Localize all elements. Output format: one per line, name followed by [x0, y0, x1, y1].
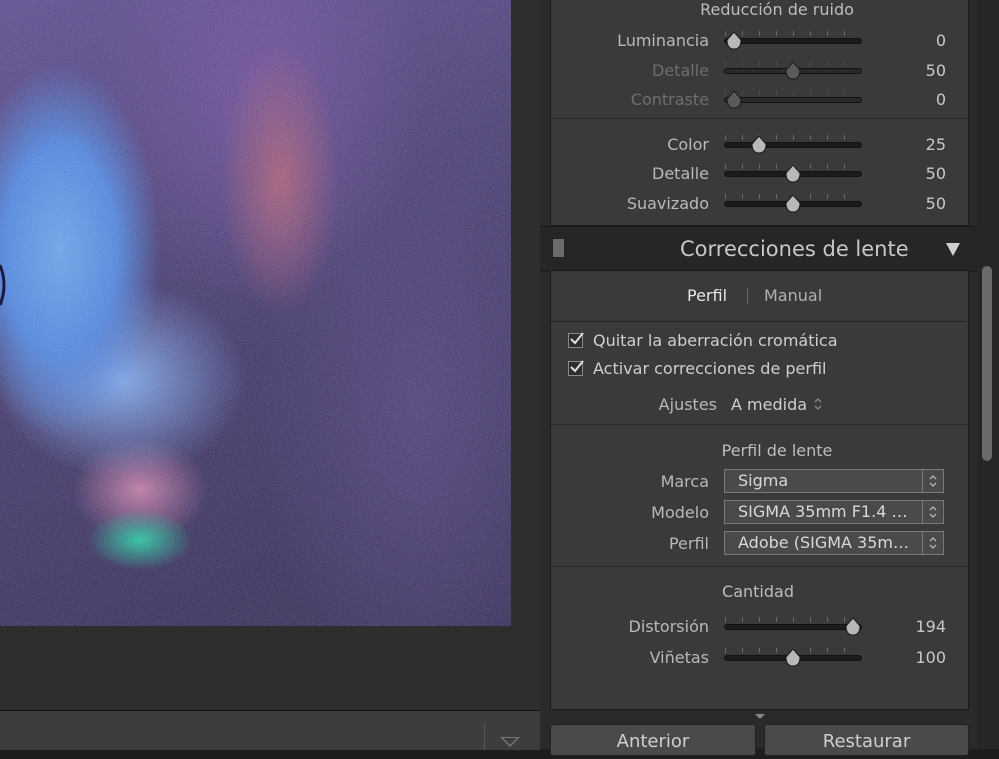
distortion-slider-thumb[interactable] [845, 617, 861, 637]
luminance-detail-slider [724, 61, 862, 80]
color-noise-slider-thumb[interactable] [751, 135, 767, 155]
enable-profile-corrections-checkbox[interactable] [568, 360, 584, 376]
select-arrows-icon[interactable] [922, 501, 943, 523]
slider-ticks [725, 31, 861, 36]
lens-profile-title: Perfil de lente [721, 441, 833, 460]
checkmark-icon [570, 360, 584, 373]
lens-divider [551, 566, 968, 567]
luminance-contrast-value: 0 [935, 90, 946, 109]
profile-select[interactable]: Adobe (SIGMA 35mm... [724, 531, 944, 555]
remove-chromatic-aberration-label[interactable]: Quitar la aberración cromática [593, 331, 838, 350]
vignetting-value[interactable]: 100 [880, 648, 946, 667]
color-noise-value[interactable]: 25 [880, 135, 946, 154]
select-arrows-icon[interactable] [922, 532, 943, 554]
color-detail-value[interactable]: 50 [880, 164, 946, 183]
slider-ticks [725, 90, 861, 95]
toolbar-separator [484, 723, 485, 750]
slider-ticks [725, 617, 861, 622]
setup-dropdown-arrows-icon[interactable] [813, 396, 823, 412]
color-detail-slider-thumb[interactable] [785, 164, 801, 184]
collapse-triangle-icon[interactable] [946, 243, 960, 256]
amount-title: Cantidad [722, 582, 794, 601]
checkmark-icon [570, 332, 584, 345]
photo-canvas-area [0, 0, 540, 710]
distortion-slider[interactable] [724, 617, 862, 636]
make-select[interactable]: Sigma [724, 469, 944, 493]
color-smoothness-label: Suavizado [626, 194, 709, 213]
color-detail-slider[interactable] [724, 164, 862, 183]
filmstrip-toolbar [0, 710, 540, 750]
noise-divider [551, 118, 968, 119]
color-smoothness-value[interactable]: 50 [880, 194, 946, 213]
panel-on-off-switch[interactable] [552, 238, 565, 258]
luminance-detail-label: Detalle [652, 61, 709, 80]
model-select-value: SIGMA 35mm F1.4 DG... [738, 502, 916, 521]
photo-preview[interactable] [0, 0, 511, 626]
vignetting-slider-thumb[interactable] [785, 648, 801, 668]
luminance-contrast-slider [724, 90, 862, 109]
profile-label: Perfil [668, 534, 709, 553]
lens-divider [551, 424, 968, 425]
luminance-slider-thumb[interactable] [726, 31, 742, 51]
luminance-slider[interactable] [724, 31, 862, 50]
model-label: Modelo [651, 503, 709, 522]
panel-scrollbar-thumb[interactable] [982, 266, 992, 461]
color-smoothness-slider[interactable] [724, 194, 862, 213]
tab-manual[interactable]: Manual [764, 286, 822, 305]
setup-dropdown[interactable]: A medida [731, 395, 807, 414]
toolbar-menu-chevron-icon[interactable] [500, 737, 520, 747]
noise-reduction-title: Reducción de ruido [700, 0, 854, 19]
vignetting-label: Viñetas [649, 648, 709, 667]
luminance-detail-value: 50 [925, 61, 946, 80]
luminance-detail-slider-thumb [785, 61, 801, 81]
tab-perfil[interactable]: Perfil [687, 286, 727, 305]
distortion-label: Distorsión [628, 617, 709, 636]
vignetting-slider[interactable] [724, 648, 862, 667]
distortion-value[interactable]: 194 [880, 617, 946, 636]
previous-button[interactable]: Anterior [550, 724, 756, 756]
lens-tabs: Perfil Manual [551, 271, 967, 322]
color-smoothness-slider-thumb[interactable] [785, 194, 801, 214]
make-select-value: Sigma [738, 471, 789, 490]
luminance-label: Luminancia [617, 31, 709, 50]
lens-corrections-title[interactable]: Correcciones de lente [680, 237, 909, 261]
photo-noise-overlay [0, 0, 511, 626]
luminance-contrast-label: Contraste [630, 90, 709, 109]
model-select[interactable]: SIGMA 35mm F1.4 DG... [724, 500, 944, 524]
profile-select-value: Adobe (SIGMA 35mm... [738, 533, 916, 552]
luminance-contrast-slider-thumb [726, 90, 742, 110]
make-label: Marca [660, 472, 709, 491]
remove-chromatic-aberration-checkbox[interactable] [568, 332, 584, 348]
slider-ticks [725, 135, 861, 140]
reset-button[interactable]: Restaurar [764, 724, 969, 756]
setup-label: Ajustes [658, 395, 717, 414]
tab-separator [747, 288, 748, 304]
select-arrows-icon[interactable] [922, 470, 943, 492]
enable-profile-corrections-label[interactable]: Activar correcciones de perfil [593, 359, 827, 378]
color-detail-label: Detalle [652, 164, 709, 183]
panel-end-marker-icon [755, 714, 765, 719]
color-noise-label: Color [667, 135, 709, 154]
luminance-value[interactable]: 0 [880, 31, 946, 50]
color-noise-slider[interactable] [724, 135, 862, 154]
